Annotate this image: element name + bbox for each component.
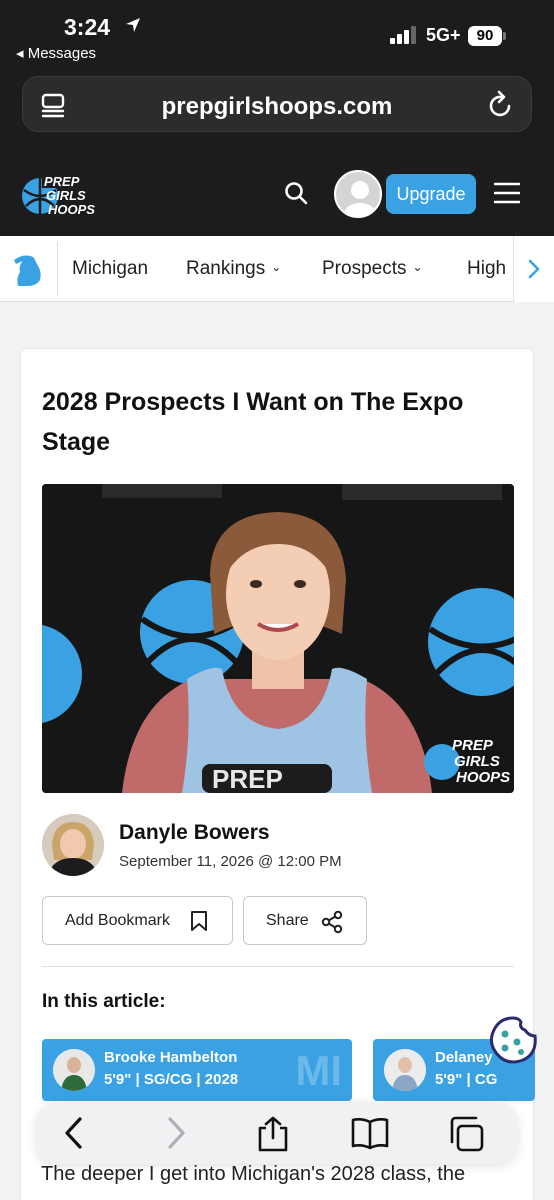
logo-line-1: PREP <box>44 174 80 189</box>
nav-item-michigan[interactable]: Michigan <box>72 258 148 280</box>
network-type: 5G+ <box>426 25 461 45</box>
chevron-down-icon: ⌄ <box>271 260 282 274</box>
prep-girls-hoops-logo[interactable]: PREP GIRLS HOOPS <box>20 172 98 218</box>
article-card: 2028 Prospects I Want on The Expo Stage … <box>20 348 535 1200</box>
forward-arrow-icon[interactable] <box>164 1116 188 1150</box>
reload-icon[interactable] <box>487 90 515 120</box>
back-arrow-icon[interactable] <box>62 1116 86 1150</box>
status-bar: 3:24 ◂ Messages 5G+ 90 <box>0 0 554 70</box>
add-bookmark-button[interactable]: Add Bookmark <box>42 896 233 945</box>
nav-item-high-school[interactable]: High <box>467 258 506 280</box>
photo-logo-line-1: PREP <box>452 737 494 754</box>
bookmarks-book-icon[interactable] <box>350 1116 390 1150</box>
jersey-text: PREP <box>212 764 283 793</box>
author-avatar[interactable] <box>42 814 104 876</box>
tabs-icon[interactable] <box>448 1116 486 1152</box>
battery-indicator: 90 <box>468 26 502 46</box>
hamburger-menu-icon[interactable] <box>494 182 520 204</box>
player-card[interactable]: Brooke Hambelton 5'9" | SG/CG | 2028 MI <box>42 1039 352 1101</box>
share-label: Share <box>266 912 309 929</box>
browser-address-area: prepgirlshoops.com <box>0 70 554 150</box>
michigan-state-icon[interactable] <box>12 252 46 288</box>
share-button[interactable]: Share <box>243 896 367 945</box>
player-avatar <box>53 1049 95 1091</box>
nav-separator <box>57 242 58 296</box>
in-this-article-heading: In this article: <box>42 991 166 1012</box>
player-name: Delaney <box>435 1049 493 1066</box>
state-nav-bar: Michigan Rankings ⌄ Prospects ⌄ High <box>0 236 554 302</box>
share-icon <box>321 910 343 934</box>
player-portrait <box>53 1049 95 1091</box>
upgrade-button[interactable]: Upgrade <box>386 174 476 214</box>
browser-bottom-toolbar <box>36 1102 518 1164</box>
player-meta: 5'9" | SG/CG | 2028 <box>104 1071 239 1088</box>
site-header: PREP GIRLS HOOPS Upgrade <box>0 150 554 236</box>
author-name[interactable]: Danyle Bowers <box>119 821 270 845</box>
publish-date: September 11, 2026 @ 12:00 PM <box>119 853 342 870</box>
location-arrow-icon <box>126 18 140 32</box>
bookmark-icon <box>191 911 207 931</box>
search-icon[interactable] <box>283 180 309 206</box>
cookie-settings-icon[interactable] <box>487 1014 539 1066</box>
chevron-down-icon: ⌄ <box>412 260 423 274</box>
player-portrait <box>384 1049 426 1091</box>
player-photo: PREP PREP GIRLS HOOPS <box>42 484 514 793</box>
user-silhouette-icon <box>344 181 376 216</box>
section-divider <box>42 966 514 967</box>
user-avatar[interactable] <box>334 170 382 218</box>
logo-line-3: HOOPS <box>48 202 95 217</box>
player-avatar <box>384 1049 426 1091</box>
status-time: 3:24 <box>64 14 111 40</box>
player-meta: 5'9" | CG <box>435 1071 498 1088</box>
nav-scroll-right-button[interactable] <box>513 236 554 302</box>
article-hero-image: PREP PREP GIRLS HOOPS <box>42 484 514 793</box>
article-body-text: The deeper I get into Michigan's 2028 cl… <box>41 1163 466 1185</box>
photo-logo-line-2: GIRLS <box>454 753 500 770</box>
url-text[interactable]: prepgirlshoops.com <box>23 93 531 121</box>
nav-item-prospects[interactable]: Prospects ⌄ <box>322 258 423 280</box>
article-title: 2028 Prospects I Want on The Expo Stage <box>42 388 464 456</box>
player-state: MI <box>295 1047 342 1094</box>
logo-line-2: GIRLS <box>46 188 86 203</box>
photo-logo-line-3: HOOPS <box>456 769 510 786</box>
add-bookmark-label: Add Bookmark <box>65 912 170 929</box>
nav-item-rankings[interactable]: Rankings ⌄ <box>186 258 281 280</box>
cellular-signal-icon <box>390 26 416 44</box>
battery-tip <box>503 32 506 40</box>
player-name: Brooke Hambelton <box>104 1049 238 1066</box>
share-sheet-icon[interactable] <box>256 1116 290 1152</box>
address-bar[interactable]: prepgirlshoops.com <box>22 76 532 132</box>
author-portrait <box>42 814 104 876</box>
chevron-right-icon <box>528 259 540 279</box>
back-to-messages-link[interactable]: ◂ Messages <box>16 44 96 62</box>
